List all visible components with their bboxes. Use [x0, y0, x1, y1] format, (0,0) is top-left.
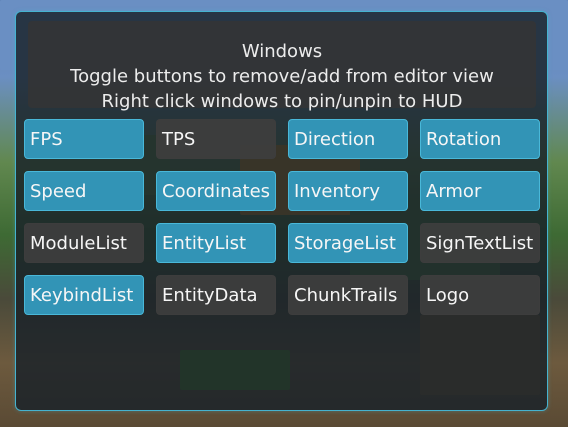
tps-toggle-button[interactable]: TPS — [156, 119, 276, 159]
entitylist-toggle-button[interactable]: EntityList — [156, 223, 276, 263]
rotation-toggle-button[interactable]: Rotation — [420, 119, 540, 159]
inventory-toggle-button[interactable]: Inventory — [288, 171, 408, 211]
modulelist-toggle-button[interactable]: ModuleList — [24, 223, 144, 263]
coordinates-toggle-button[interactable]: Coordinates — [156, 171, 276, 211]
logo-toggle-button[interactable]: Logo — [420, 275, 540, 315]
pin-instruction: Right click windows to pin/unpin to HUD — [101, 91, 463, 112]
armor-toggle-button[interactable]: Armor — [420, 171, 540, 211]
storagelist-toggle-button[interactable]: StorageList — [288, 223, 408, 263]
entitydata-toggle-button[interactable]: EntityData — [156, 275, 276, 315]
direction-toggle-button[interactable]: Direction — [288, 119, 408, 159]
signtextlist-toggle-button[interactable]: SignTextList — [420, 223, 540, 263]
windows-panel: Windows Toggle buttons to remove/add fro… — [15, 11, 548, 411]
fps-toggle-button[interactable]: FPS — [24, 119, 144, 159]
speed-toggle-button[interactable]: Speed — [24, 171, 144, 211]
keybindlist-toggle-button[interactable]: KeybindList — [24, 275, 144, 315]
toggle-instruction: Toggle buttons to remove/add from editor… — [70, 66, 494, 87]
windows-header: Windows Toggle buttons to remove/add fro… — [28, 21, 536, 112]
chunktrails-toggle-button[interactable]: ChunkTrails — [288, 275, 408, 315]
panel-title: Windows — [241, 41, 323, 62]
